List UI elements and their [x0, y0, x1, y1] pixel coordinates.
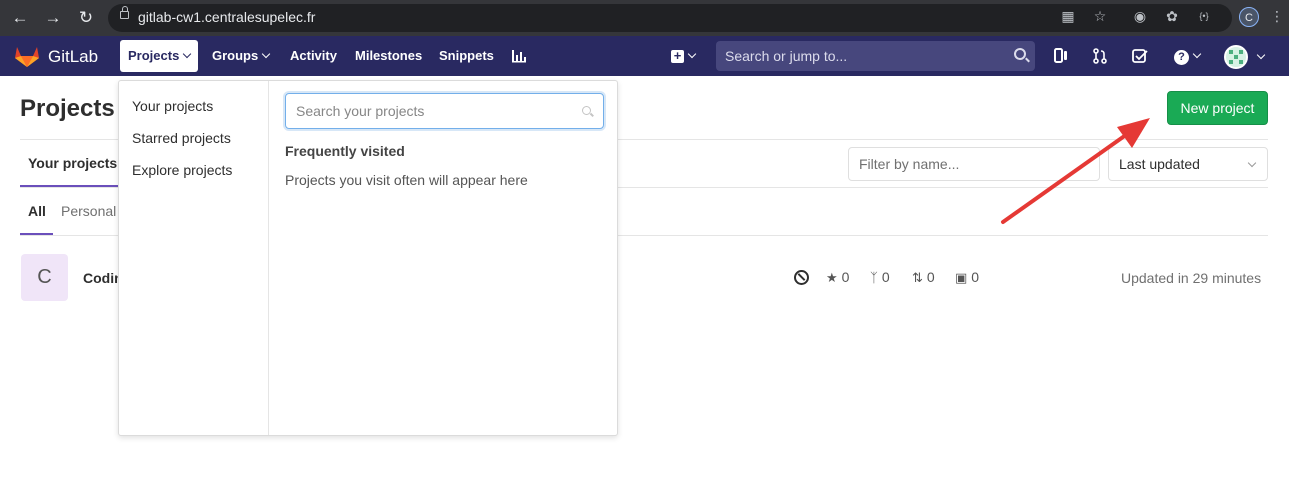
star-icon: ★ [826, 270, 838, 285]
reload-icon[interactable]: ↻ [75, 7, 97, 29]
forward-icon[interactable]: → [42, 7, 64, 29]
chevron-down-icon [687, 49, 697, 59]
help-dropdown[interactable]: ? [1170, 46, 1204, 66]
create-new-dropdown[interactable]: + [666, 46, 700, 66]
nav-groups[interactable]: Groups [212, 36, 271, 76]
nav-snippets[interactable]: Snippets [439, 36, 494, 76]
issue-count: 0 [971, 269, 980, 285]
project-updated: Updated in 29 minutes [1121, 270, 1262, 286]
page-title: Projects [20, 95, 115, 122]
star-count: 0 [841, 269, 850, 285]
nav-activity[interactable]: Activity [290, 36, 337, 76]
brand-name[interactable]: GitLab [48, 47, 98, 67]
search-icon [1014, 48, 1026, 60]
project-issues[interactable]: ▣ 0 [955, 269, 979, 286]
subtab-personal[interactable]: Personal [61, 203, 116, 219]
analytics-icon[interactable] [509, 46, 529, 66]
help-icon: ? [1174, 50, 1189, 65]
frequently-visited-empty: Projects you visit often will appear her… [285, 172, 528, 188]
tab-your-projects-label: Your projects [28, 155, 118, 171]
archived-icon [794, 270, 809, 285]
search-your-projects-input[interactable] [286, 94, 603, 128]
subtab-all-label: All [28, 203, 46, 219]
project-forks[interactable]: ᛉ0 [870, 269, 890, 285]
chevron-down-icon [1192, 49, 1202, 59]
gitlab-logo-icon[interactable] [14, 44, 40, 68]
star-icon[interactable]: ☆ [1091, 7, 1109, 25]
link-your-projects[interactable]: Your projects [132, 98, 213, 114]
back-icon[interactable]: ← [9, 7, 31, 29]
profile-avatar[interactable]: C [1239, 7, 1259, 27]
search-icon [582, 106, 591, 115]
extension-icon[interactable]: ✿ [1163, 7, 1181, 25]
identicon-icon [1229, 50, 1243, 64]
extension-icon[interactable]: {•} [1195, 7, 1213, 25]
chevron-down-icon [183, 49, 192, 59]
project-avatar[interactable]: C [21, 254, 68, 301]
fork-count: 0 [881, 269, 890, 285]
project-name[interactable]: Codin [83, 270, 123, 286]
issues-icon: ▣ [955, 270, 968, 285]
url-text: gitlab-cw1.centralesupelec.fr [138, 9, 316, 25]
lock-icon [120, 6, 129, 19]
todo-icon[interactable] [1130, 46, 1150, 66]
project-stars[interactable]: ★ 0 [826, 269, 849, 286]
menu-icon[interactable]: ⋮ [1268, 7, 1286, 25]
tab-your-projects[interactable]: Your projects [20, 140, 120, 187]
merge-request-icon: ⇅ [912, 270, 923, 285]
project-merge-requests[interactable]: ⇅ 0 [912, 269, 935, 286]
projects-dropdown: Your projects Starred projects Explore p… [118, 80, 618, 436]
global-search[interactable] [716, 41, 1035, 71]
merge-request-icon[interactable] [1090, 46, 1110, 66]
subtab-all[interactable]: All [20, 188, 53, 235]
nav-projects[interactable]: Projects [120, 40, 199, 72]
link-starred-projects[interactable]: Starred projects [132, 130, 231, 146]
frequently-visited-heading: Frequently visited [285, 143, 405, 159]
annotation-arrow [1001, 118, 1150, 224]
dropdown-search[interactable] [285, 93, 604, 129]
plus-square-icon: + [671, 49, 684, 63]
chevron-down-icon [1247, 158, 1257, 168]
user-avatar[interactable] [1224, 45, 1248, 69]
nav-projects-label: Projects [128, 48, 180, 63]
issues-sidebar-icon[interactable] [1051, 46, 1071, 66]
new-project-button[interactable]: New project [1167, 91, 1268, 125]
translate-icon[interactable]: ▦ [1059, 7, 1077, 25]
fork-icon: ᛉ [870, 270, 878, 285]
nav-groups-label: Groups [212, 48, 259, 63]
link-explore-projects[interactable]: Explore projects [132, 162, 232, 178]
extension-icon[interactable]: ◉ [1131, 7, 1149, 25]
projects-dropdown-links: Your projects Starred projects Explore p… [119, 81, 269, 435]
mr-count: 0 [926, 269, 935, 285]
global-search-input[interactable] [716, 41, 1035, 71]
chevron-down-icon [261, 49, 271, 59]
browser-toolbar: ← → ↻ gitlab-cw1.centralesupelec.fr ▦ ☆ … [0, 0, 1289, 36]
nav-milestones[interactable]: Milestones [355, 36, 422, 76]
